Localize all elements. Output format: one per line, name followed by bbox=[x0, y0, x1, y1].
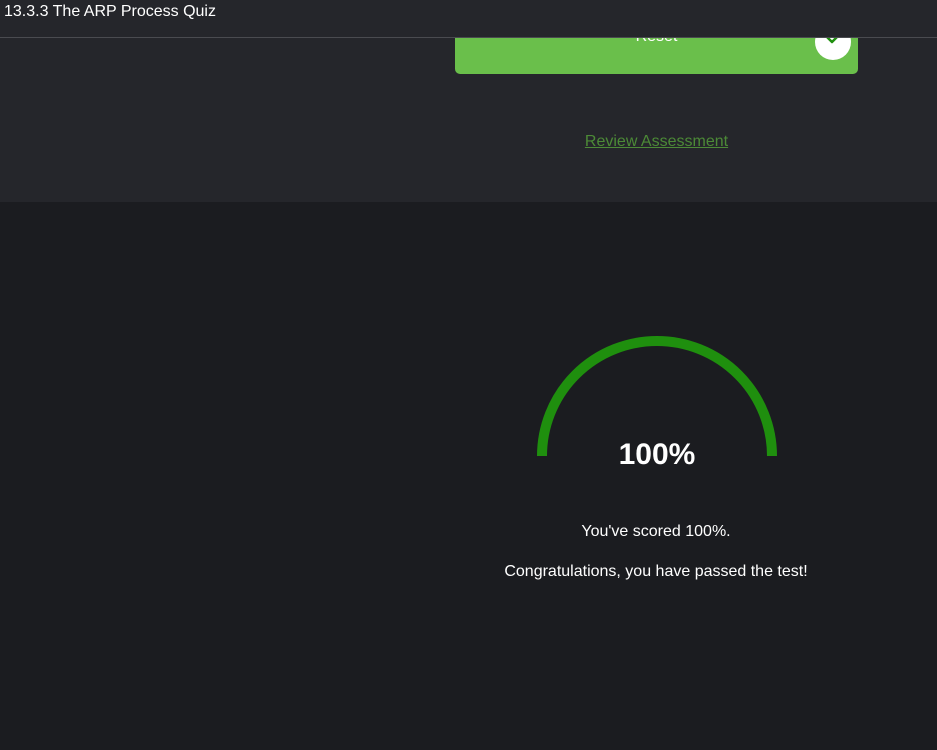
window-title: 13.3.3 The ARP Process Quiz bbox=[4, 3, 216, 20]
checkmark-icon bbox=[815, 38, 851, 60]
review-assessment-link[interactable]: Review Assessment bbox=[455, 133, 858, 151]
reset-button[interactable]: Reset bbox=[455, 38, 858, 74]
quiz-actions-panel: Reset Review Assessment bbox=[0, 38, 937, 202]
reset-button-label: Reset bbox=[455, 38, 858, 46]
result-panel: 100% You've scored 100%. Congratulations… bbox=[0, 202, 937, 750]
window-title-bar: 13.3.3 The ARP Process Quiz bbox=[0, 0, 937, 38]
score-percentage: 100% bbox=[618, 438, 696, 471]
score-message: You've scored 100%. bbox=[581, 523, 731, 540]
congratulations-message: Congratulations, you have passed the tes… bbox=[504, 563, 808, 580]
